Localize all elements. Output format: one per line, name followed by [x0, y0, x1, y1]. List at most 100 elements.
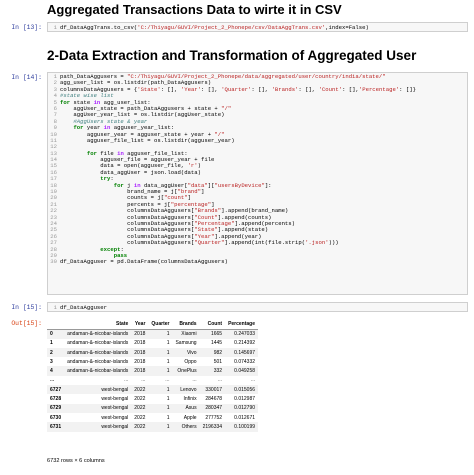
- table-cell: andaman-&-nicobar-islands: [67, 349, 129, 356]
- table-cell: 2018: [134, 340, 146, 347]
- table-cell: west-bengal: [101, 396, 129, 403]
- table-cell: 2022: [134, 405, 146, 412]
- input-prompt-15: In [15]:: [11, 304, 42, 311]
- table-cell: ...: [192, 377, 197, 384]
- table-cell: 330017: [205, 386, 223, 393]
- table-cell: 1: [166, 331, 170, 338]
- table-cell: 2022: [134, 423, 146, 430]
- table-cell: Vivo: [186, 349, 197, 356]
- line-number: 1: [53, 24, 57, 31]
- table-cell: andaman-&-nicobar-islands: [67, 358, 129, 365]
- table-cell: 0.049258: [234, 368, 256, 375]
- row-index: 4: [50, 368, 53, 375]
- table-cell: 277752: [205, 414, 223, 421]
- table-row: 6727 west-bengal 2022 1 Lenovo 330017 0.015056: [47, 385, 259, 395]
- table-cell: ...: [217, 377, 223, 384]
- column-header: State: [64, 320, 132, 330]
- table-row: 3 andaman-&-nicobar-islands 2018 1 Oppo 501 0.…: [47, 357, 258, 366]
- table-cell: west-bengal: [101, 386, 129, 393]
- table-cell: 0.247033: [234, 331, 256, 338]
- table-cell: 2022: [134, 414, 146, 421]
- code-cell-14[interactable]: 1 path_DataAggusers = "C:/Thiyagu/GUVI/Pr…: [47, 72, 468, 295]
- table-cell: 0.214392: [234, 340, 256, 347]
- table-cell: andaman-&-nicobar-islands: [67, 368, 129, 375]
- table-row: 4 andaman-&-nicobar-islands 2018 1 OnePlus 33…: [47, 366, 259, 376]
- table-cell: 1445: [210, 340, 223, 347]
- table-cell: 1665: [210, 331, 223, 338]
- table-cell: 0.145697: [234, 349, 256, 356]
- dataframe-shape: 6732 rows × 6 columns: [47, 458, 105, 464]
- row-index: 2: [50, 349, 53, 356]
- table-cell: 2022: [134, 396, 146, 403]
- column-header: Quarter: [148, 320, 173, 330]
- table-row: 6730 west-bengal 2022 1 Apple 277752 0.012671: [47, 413, 258, 422]
- column-header: [47, 320, 65, 330]
- column-header: Year: [131, 320, 149, 330]
- table-cell: 0.012987: [234, 396, 256, 403]
- table-cell: 1: [166, 340, 170, 347]
- table-cell: 2018: [134, 368, 146, 375]
- line-number: 30: [50, 259, 57, 266]
- table-cell: ...: [124, 377, 129, 384]
- table-cell: Oppo: [184, 358, 197, 365]
- table-row: 2 andaman-&-nicobar-islands 2018 1 Vivo 982 0.…: [47, 347, 259, 358]
- code-line: 30 df_DataAgguser = pd.DataFrame(columnsD…: [48, 259, 467, 265]
- table-cell: 2196334: [202, 423, 223, 430]
- table-row: 0 andaman-&-nicobar-islands 2018 1 Xiaomi 166…: [47, 329, 259, 339]
- table-cell: 2018: [134, 358, 146, 365]
- table-cell: 0.100199: [234, 423, 256, 430]
- dataframe-table: State Year Quarter Brands Count Percentage 0 a…: [47, 320, 259, 432]
- table-cell: 280347: [205, 405, 223, 412]
- table-cell: Apple: [183, 414, 197, 421]
- table-cell: Infinix: [183, 396, 197, 403]
- table-cell: 1: [166, 349, 170, 356]
- code-line: 1 df_DataAggTrans.to_csv('C:/Thiyagu/GUVI…: [48, 25, 467, 31]
- code-cell-13[interactable]: 1 df_DataAggTrans.to_csv('C:/Thiyagu/GUVI…: [47, 22, 468, 32]
- table-cell: 284678: [205, 396, 223, 403]
- table-cell: 2018: [134, 331, 146, 338]
- row-index: ...: [50, 377, 55, 384]
- table-cell: 0.015056: [234, 386, 256, 393]
- table-cell: OnePlus: [177, 368, 197, 375]
- table-cell: ...: [141, 377, 146, 384]
- table-cell: 1: [166, 358, 170, 365]
- input-prompt-13: In [13]:: [11, 24, 42, 31]
- section-heading-aggregated-user: 2-Data Extraction and Transformation of …: [47, 48, 417, 63]
- table-row: 1 andaman-&-nicobar-islands 2018 1 Samsung 14…: [47, 339, 258, 348]
- table-cell: 1: [166, 386, 170, 393]
- table-cell: 501: [213, 358, 223, 365]
- table-cell: 0.074332: [234, 358, 256, 365]
- output-prompt-15: Out[15]:: [11, 320, 42, 327]
- table-cell: 2018: [134, 349, 146, 356]
- table-cell: 0.012671: [234, 414, 256, 421]
- column-header: Count: [199, 320, 226, 330]
- table-cell: 1: [166, 414, 170, 421]
- row-index: 6730: [50, 414, 62, 421]
- table-row: 6731 west-bengal 2022 1 Others 2196334 0.10019…: [47, 422, 259, 432]
- table-row: 6728 west-bengal 2022 1 Infinix 284678 0.01298…: [47, 394, 258, 403]
- table-cell: 0.012790: [234, 405, 256, 412]
- table-cell: ...: [250, 377, 256, 384]
- table-cell: 2022: [134, 386, 146, 393]
- code-cell-15[interactable]: 1 df_DataAgguser: [47, 302, 468, 312]
- table-cell: west-bengal: [101, 405, 129, 412]
- row-index: 3: [50, 358, 53, 365]
- table-cell: 1: [166, 405, 170, 412]
- code-text: df_DataAgguser = pd.DataFrame(columnsDat…: [60, 259, 228, 266]
- row-index: 6727: [50, 386, 62, 393]
- table-cell: Lenovo: [180, 386, 197, 393]
- row-index: 0: [50, 331, 53, 338]
- row-index: 6729: [50, 405, 62, 412]
- table-cell: 1: [166, 368, 170, 375]
- table-cell: Others: [181, 423, 197, 430]
- table-cell: west-bengal: [101, 423, 129, 430]
- column-header: Percentage: [225, 320, 259, 330]
- table-cell: andaman-&-nicobar-islands: [67, 331, 129, 338]
- table-cell: Xiaomi: [181, 331, 197, 338]
- table-cell: Asus: [185, 405, 197, 412]
- code-text: df_DataAgguser: [60, 304, 107, 311]
- table-cell: west-bengal: [101, 414, 129, 421]
- section-heading-aggregated-transactions: Aggregated Transactions Data to wirte it…: [47, 2, 342, 17]
- row-index: 1: [50, 340, 53, 347]
- table-cell: andaman-&-nicobar-islands: [67, 340, 129, 347]
